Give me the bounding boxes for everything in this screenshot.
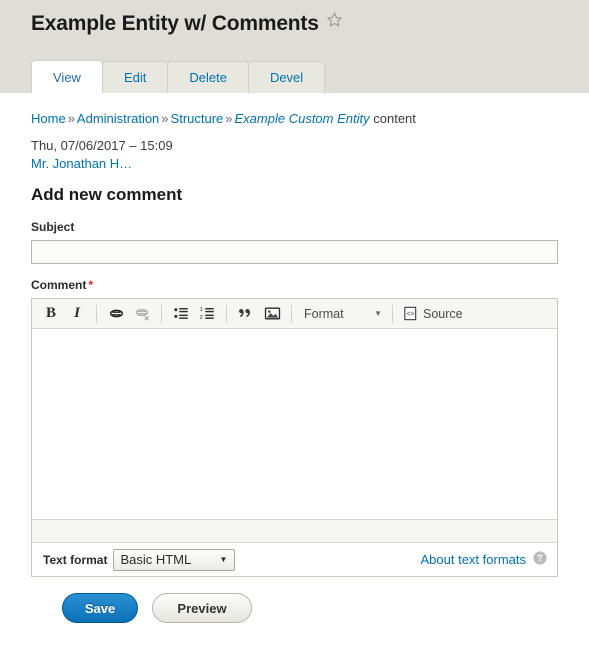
format-dropdown[interactable]: Format ▼: [298, 303, 386, 325]
breadcrumb-separator: »: [67, 111, 75, 126]
subject-input[interactable]: [31, 240, 558, 264]
comment-label-text: Comment: [31, 278, 87, 292]
source-button-label: Source: [423, 306, 463, 321]
comment-field-group: Comment * B I 1 2 Format ▼ <> Source Tex…: [31, 278, 558, 577]
comment-form: Subject Comment * B I 1 2 Format ▼ <> So…: [31, 220, 558, 623]
bold-glyph: B: [45, 305, 56, 321]
comment-editor-body[interactable]: [32, 329, 557, 520]
breadcrumb-item-current-entity[interactable]: Example Custom Entity: [235, 111, 370, 126]
tab-view[interactable]: View: [31, 60, 103, 93]
tab-edit-label: Edit: [123, 70, 147, 85]
svg-text:<>: <>: [406, 310, 414, 318]
source-button[interactable]: <> Source: [399, 303, 467, 325]
primary-tabs: View Edit Delete Devel: [31, 60, 326, 93]
toolbar-separator: [226, 304, 227, 323]
format-dropdown-label: Format: [304, 306, 344, 321]
page-title-text: Example Entity w/ Comments: [31, 12, 319, 35]
tab-delete[interactable]: Delete: [167, 61, 249, 93]
submitted-meta: Thu, 07/06/2017 – 15:09 Mr. Jonathan H…: [31, 137, 589, 173]
breadcrumb-item-home[interactable]: Home: [31, 111, 66, 126]
breadcrumb: Home» Administration» Structure» Example Cu…: [31, 111, 589, 126]
svg-text:1: 1: [199, 307, 202, 313]
unlink-icon: [130, 303, 154, 325]
svg-text:?: ?: [537, 553, 542, 563]
breadcrumb-separator: »: [225, 111, 233, 126]
save-button-label: Save: [84, 600, 116, 616]
preview-button[interactable]: Preview: [152, 593, 252, 623]
chevron-down-icon: ▼: [219, 555, 228, 564]
editor-status-bar: [32, 520, 557, 543]
toolbar-separator: [392, 304, 393, 323]
image-icon[interactable]: [260, 303, 284, 325]
tab-devel[interactable]: Devel: [247, 61, 326, 93]
submitted-author-link[interactable]: Mr. Jonathan H…: [31, 156, 132, 171]
add-comment-heading: Add new comment: [31, 185, 183, 204]
source-code-icon: <>: [403, 306, 418, 321]
preview-button-label: Preview: [177, 600, 227, 616]
submitted-date: Thu, 07/06/2017 – 15:09: [31, 138, 173, 153]
form-actions: Save Preview: [62, 593, 558, 623]
main-content: Home» Administration» Structure» Example Cu…: [0, 93, 589, 623]
comment-label: Comment *: [31, 278, 558, 292]
svg-text:2: 2: [199, 315, 202, 321]
italic-glyph: I: [74, 305, 80, 321]
toolbar-separator: [291, 304, 292, 323]
tab-delete-label: Delete: [189, 70, 227, 85]
subject-field-group: Subject: [31, 220, 558, 264]
toolbar-separator: [161, 304, 162, 323]
toolbar-separator: [96, 304, 97, 323]
tab-view-label: View: [53, 70, 81, 85]
help-circle-icon[interactable]: ?: [532, 550, 548, 569]
ckeditor: B I 1 2 Format ▼ <> Source Text format B…: [31, 298, 558, 577]
text-format-help-group: About text formats ?: [421, 550, 549, 569]
bulleted-list-icon[interactable]: [169, 303, 193, 325]
chevron-down-icon: ▼: [374, 309, 382, 318]
text-format-label: Text format: [43, 552, 108, 567]
save-button[interactable]: Save: [62, 593, 138, 623]
breadcrumb-item-administration[interactable]: Administration: [77, 111, 159, 126]
text-format-row: Text format Basic HTML ▼ About text form…: [32, 543, 557, 576]
italic-icon[interactable]: I: [65, 303, 89, 325]
text-format-select[interactable]: Basic HTML ▼: [113, 548, 236, 571]
subject-label: Subject: [31, 220, 75, 234]
tab-edit[interactable]: Edit: [101, 61, 169, 93]
tab-devel-label: Devel: [269, 70, 304, 85]
numbered-list-icon[interactable]: 12: [195, 303, 219, 325]
text-format-group: Text format Basic HTML ▼: [43, 548, 236, 571]
text-format-selected-value: Basic HTML: [120, 552, 192, 567]
required-marker: *: [88, 278, 94, 292]
breadcrumb-item-structure[interactable]: Structure: [171, 111, 224, 126]
about-text-formats-link[interactable]: About text formats: [421, 552, 527, 567]
breadcrumb-separator: »: [161, 111, 169, 126]
blockquote-icon[interactable]: [234, 303, 258, 325]
breadcrumb-current-suffix: content: [373, 111, 416, 126]
star-outline-icon[interactable]: [326, 10, 343, 34]
page-title: Example Entity w/ Comments: [31, 10, 343, 36]
link-icon[interactable]: [104, 303, 128, 325]
editor-toolbar: B I 1 2 Format ▼ <> Source: [32, 299, 557, 329]
bold-icon[interactable]: B: [39, 303, 63, 325]
